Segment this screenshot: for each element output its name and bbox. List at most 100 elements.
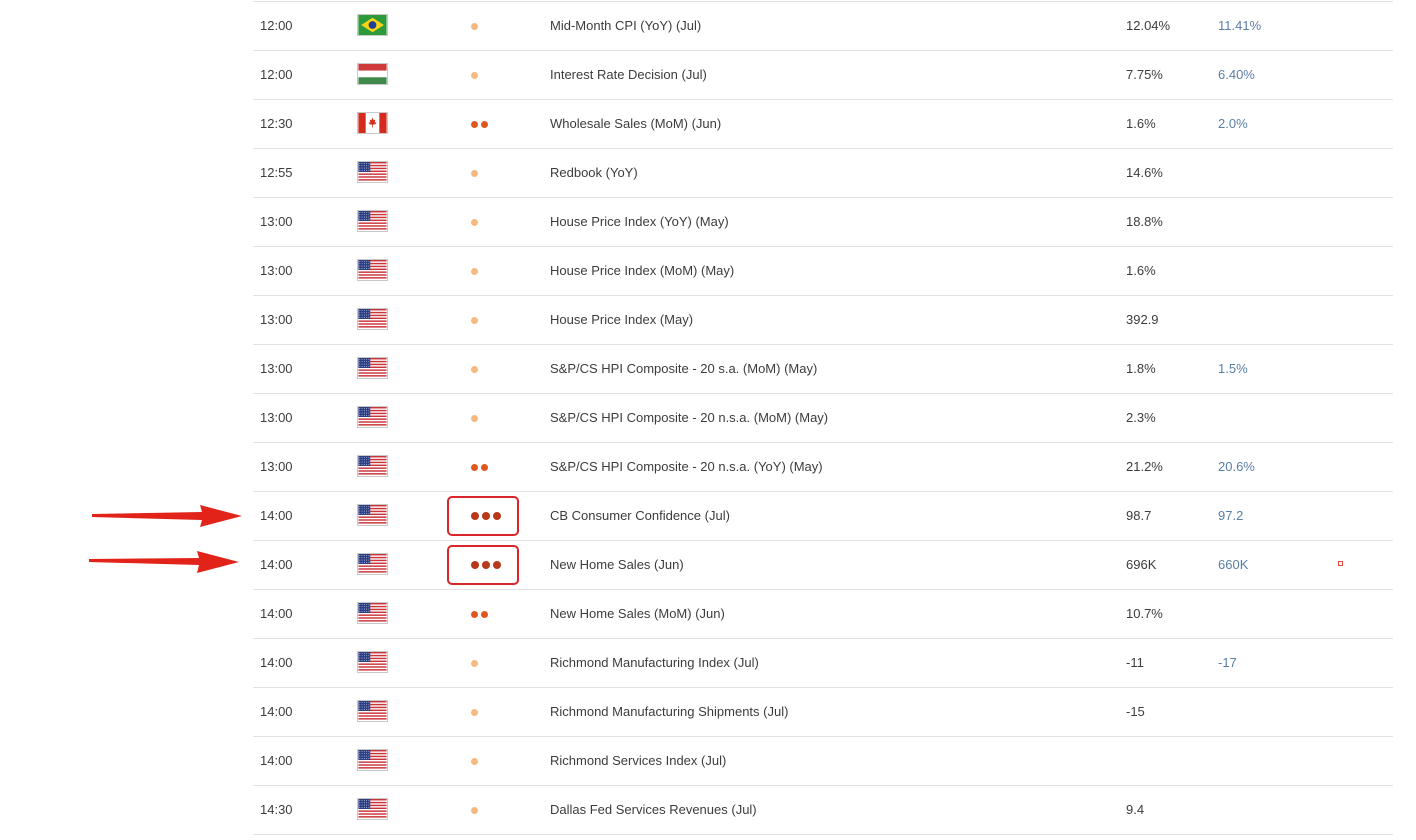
table-row[interactable]: 13:00 House Price Index (May) 392.9 — [253, 296, 1393, 345]
usa-flag-icon — [357, 553, 388, 577]
event-time: 13:00 — [260, 361, 293, 376]
actual-value: 14.6% — [1126, 165, 1163, 180]
usa-flag-icon — [357, 651, 388, 675]
table-row[interactable]: 12:00 Interest Rate Decision (Jul) 7.75% 6.… — [253, 51, 1393, 100]
importance-indicator — [471, 688, 478, 736]
table-row[interactable]: 12:30 Wholesale Sales (MoM) (Jun) 1.6% 2.0% — [253, 100, 1393, 149]
actual-value: 21.2% — [1126, 459, 1163, 474]
importance-indicator — [471, 443, 488, 491]
event-name-link[interactable]: Redbook (YoY) — [550, 149, 638, 197]
brazil-flag-icon — [357, 14, 388, 38]
table-row[interactable]: 13:00 S&P/CS HPI Composite - 20 s.a. (MoM… — [253, 345, 1393, 394]
usa-flag-icon — [357, 259, 388, 283]
usa-flag-icon — [357, 798, 388, 822]
event-time: 14:00 — [260, 557, 293, 572]
event-time: 12:00 — [260, 67, 293, 82]
importance-dot-icon — [471, 757, 478, 765]
importance-dot-icon — [471, 463, 478, 471]
table-row[interactable]: 12:55 Redbook (YoY) 14.6% — [253, 149, 1393, 198]
importance-dot-icon — [471, 659, 478, 667]
table-row[interactable]: 13:00 House Price Index (MoM) (May) 1.6% — [253, 247, 1393, 296]
importance-indicator — [471, 51, 478, 99]
annotation-arrow-new-home-sales — [89, 551, 239, 573]
forecast-value: 97.2 — [1218, 508, 1244, 523]
event-time: 13:00 — [260, 312, 293, 327]
table-row[interactable]: 14:00 New Home Sales (Jun) 696K 660K — [253, 541, 1393, 590]
importance-dot-icon — [481, 120, 488, 128]
actual-value: 9.4 — [1126, 802, 1145, 817]
event-name-link[interactable]: Richmond Services Index (Jul) — [550, 737, 726, 785]
importance-dot-icon — [471, 708, 478, 716]
usa-flag-icon — [357, 161, 388, 185]
importance-indicator — [471, 198, 478, 246]
event-name-link[interactable]: Richmond Manufacturing Index (Jul) — [550, 639, 759, 687]
hungary-flag-icon — [357, 63, 388, 87]
event-time: 14:00 — [260, 655, 293, 670]
importance-indicator — [471, 394, 478, 442]
event-name-link[interactable]: House Price Index (MoM) (May) — [550, 247, 734, 295]
forecast-value: 660K — [1218, 557, 1249, 572]
importance-indicator — [471, 639, 478, 687]
event-time: 14:00 — [260, 508, 293, 523]
event-name-link[interactable]: House Price Index (May) — [550, 296, 693, 344]
event-name-link[interactable]: S&P/CS HPI Composite - 20 n.s.a. (YoY) (… — [550, 443, 823, 491]
economic-calendar-table: 12:00 Mid-Month CPI (YoY) (Jul) 12.04% 11.4… — [253, 1, 1393, 835]
event-name-link[interactable]: Wholesale Sales (MoM) (Jun) — [550, 100, 721, 148]
usa-flag-icon — [357, 357, 388, 381]
table-row[interactable]: 14:00 New Home Sales (MoM) (Jun) 10.7% — [253, 590, 1393, 639]
event-name-link[interactable]: New Home Sales (MoM) (Jun) — [550, 590, 725, 638]
event-time: 14:30 — [260, 802, 293, 817]
forecast-value: -17 — [1218, 655, 1237, 670]
event-time: 14:00 — [260, 704, 293, 719]
importance-indicator — [471, 100, 488, 148]
table-row[interactable]: 13:00 S&P/CS HPI Composite - 20 n.s.a. (M… — [253, 394, 1393, 443]
importance-dot-icon — [481, 610, 488, 618]
importance-dot-icon — [471, 267, 478, 275]
forecast-value: 11.41% — [1218, 18, 1262, 33]
event-name-link[interactable]: Dallas Fed Services Revenues (Jul) — [550, 786, 757, 834]
usa-flag-icon — [357, 700, 388, 724]
importance-highlight-box — [447, 496, 519, 536]
actual-value: 696K — [1126, 557, 1157, 572]
event-name-link[interactable]: CB Consumer Confidence (Jul) — [550, 492, 730, 540]
importance-indicator — [471, 296, 478, 344]
actual-value: 1.6% — [1126, 263, 1156, 278]
actual-value: 7.75% — [1126, 67, 1163, 82]
table-row[interactable]: 14:00 Richmond Manufacturing Index (Jul) -… — [253, 639, 1393, 688]
event-name-link[interactable]: Mid-Month CPI (YoY) (Jul) — [550, 2, 701, 50]
event-time: 12:55 — [260, 165, 293, 180]
usa-flag-icon — [357, 406, 388, 430]
event-name-link[interactable]: New Home Sales (Jun) — [550, 541, 684, 589]
alert-marker-icon — [1338, 561, 1343, 566]
table-row[interactable]: 14:30 Dallas Fed Services Revenues (Jul) 9… — [253, 786, 1393, 835]
event-name-link[interactable]: House Price Index (YoY) (May) — [550, 198, 729, 246]
table-row[interactable]: 13:00 House Price Index (YoY) (May) 18.8% — [253, 198, 1393, 247]
actual-value: 12.04% — [1126, 18, 1171, 33]
importance-dot-icon — [471, 218, 478, 226]
table-row[interactable]: 13:00 S&P/CS HPI Composite - 20 n.s.a. (Y… — [253, 443, 1393, 492]
event-time: 13:00 — [260, 214, 293, 229]
actual-value: 98.7 — [1126, 508, 1152, 523]
actual-value: 392.9 — [1126, 312, 1159, 327]
importance-dot-icon — [471, 414, 478, 422]
importance-dot-icon — [471, 169, 478, 177]
event-name-link[interactable]: Richmond Manufacturing Shipments (Jul) — [550, 688, 788, 736]
table-row[interactable]: 14:00 CB Consumer Confidence (Jul) 98.7 97.… — [253, 492, 1393, 541]
importance-dot-icon — [471, 365, 478, 373]
forecast-value: 6.40% — [1218, 67, 1255, 82]
importance-dot-icon — [471, 316, 478, 324]
event-time: 12:30 — [260, 116, 293, 131]
forecast-value: 20.6% — [1218, 459, 1255, 474]
table-row[interactable]: 14:00 Richmond Services Index (Jul) — [253, 737, 1393, 786]
actual-value: 2.3% — [1126, 410, 1156, 425]
forecast-value: 2.0% — [1218, 116, 1248, 131]
event-name-link[interactable]: Interest Rate Decision (Jul) — [550, 51, 707, 99]
event-time: 12:00 — [260, 18, 293, 33]
actual-value: 10.7% — [1126, 606, 1163, 621]
importance-dot-icon — [471, 610, 478, 618]
event-name-link[interactable]: S&P/CS HPI Composite - 20 s.a. (MoM) (Ma… — [550, 345, 817, 393]
table-row[interactable]: 12:00 Mid-Month CPI (YoY) (Jul) 12.04% 11.4… — [253, 1, 1393, 51]
usa-flag-icon — [357, 504, 388, 528]
event-name-link[interactable]: S&P/CS HPI Composite - 20 n.s.a. (MoM) (… — [550, 394, 828, 442]
table-row[interactable]: 14:00 Richmond Manufacturing Shipments (J… — [253, 688, 1393, 737]
